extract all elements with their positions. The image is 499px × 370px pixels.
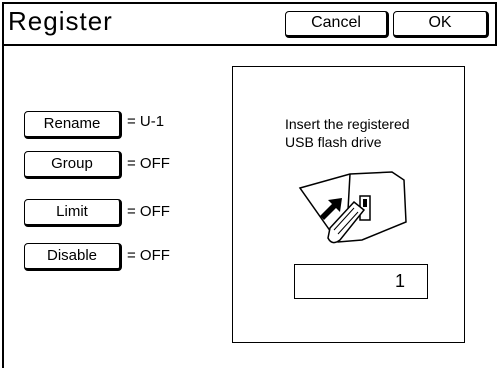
rename-button[interactable]: Rename <box>24 111 122 139</box>
ok-button[interactable]: OK <box>393 11 489 38</box>
disable-button[interactable]: Disable <box>24 243 122 271</box>
usb-instruction-text: Insert the registered USB flash drive <box>285 116 410 150</box>
header-right-border <box>495 2 497 46</box>
cancel-button[interactable]: Cancel <box>285 11 389 38</box>
group-button[interactable]: Group <box>24 151 122 179</box>
limit-button[interactable]: Limit <box>24 199 122 227</box>
limit-value: = OFF <box>127 203 170 220</box>
group-value: = OFF <box>127 155 170 172</box>
page-title: Register <box>8 6 113 36</box>
usb-insert-icon <box>298 171 407 244</box>
header-divider <box>2 44 497 46</box>
rename-value: = U-1 <box>127 113 165 130</box>
usb-counter-display: 1 <box>294 264 428 299</box>
disable-value: = OFF <box>127 247 170 264</box>
